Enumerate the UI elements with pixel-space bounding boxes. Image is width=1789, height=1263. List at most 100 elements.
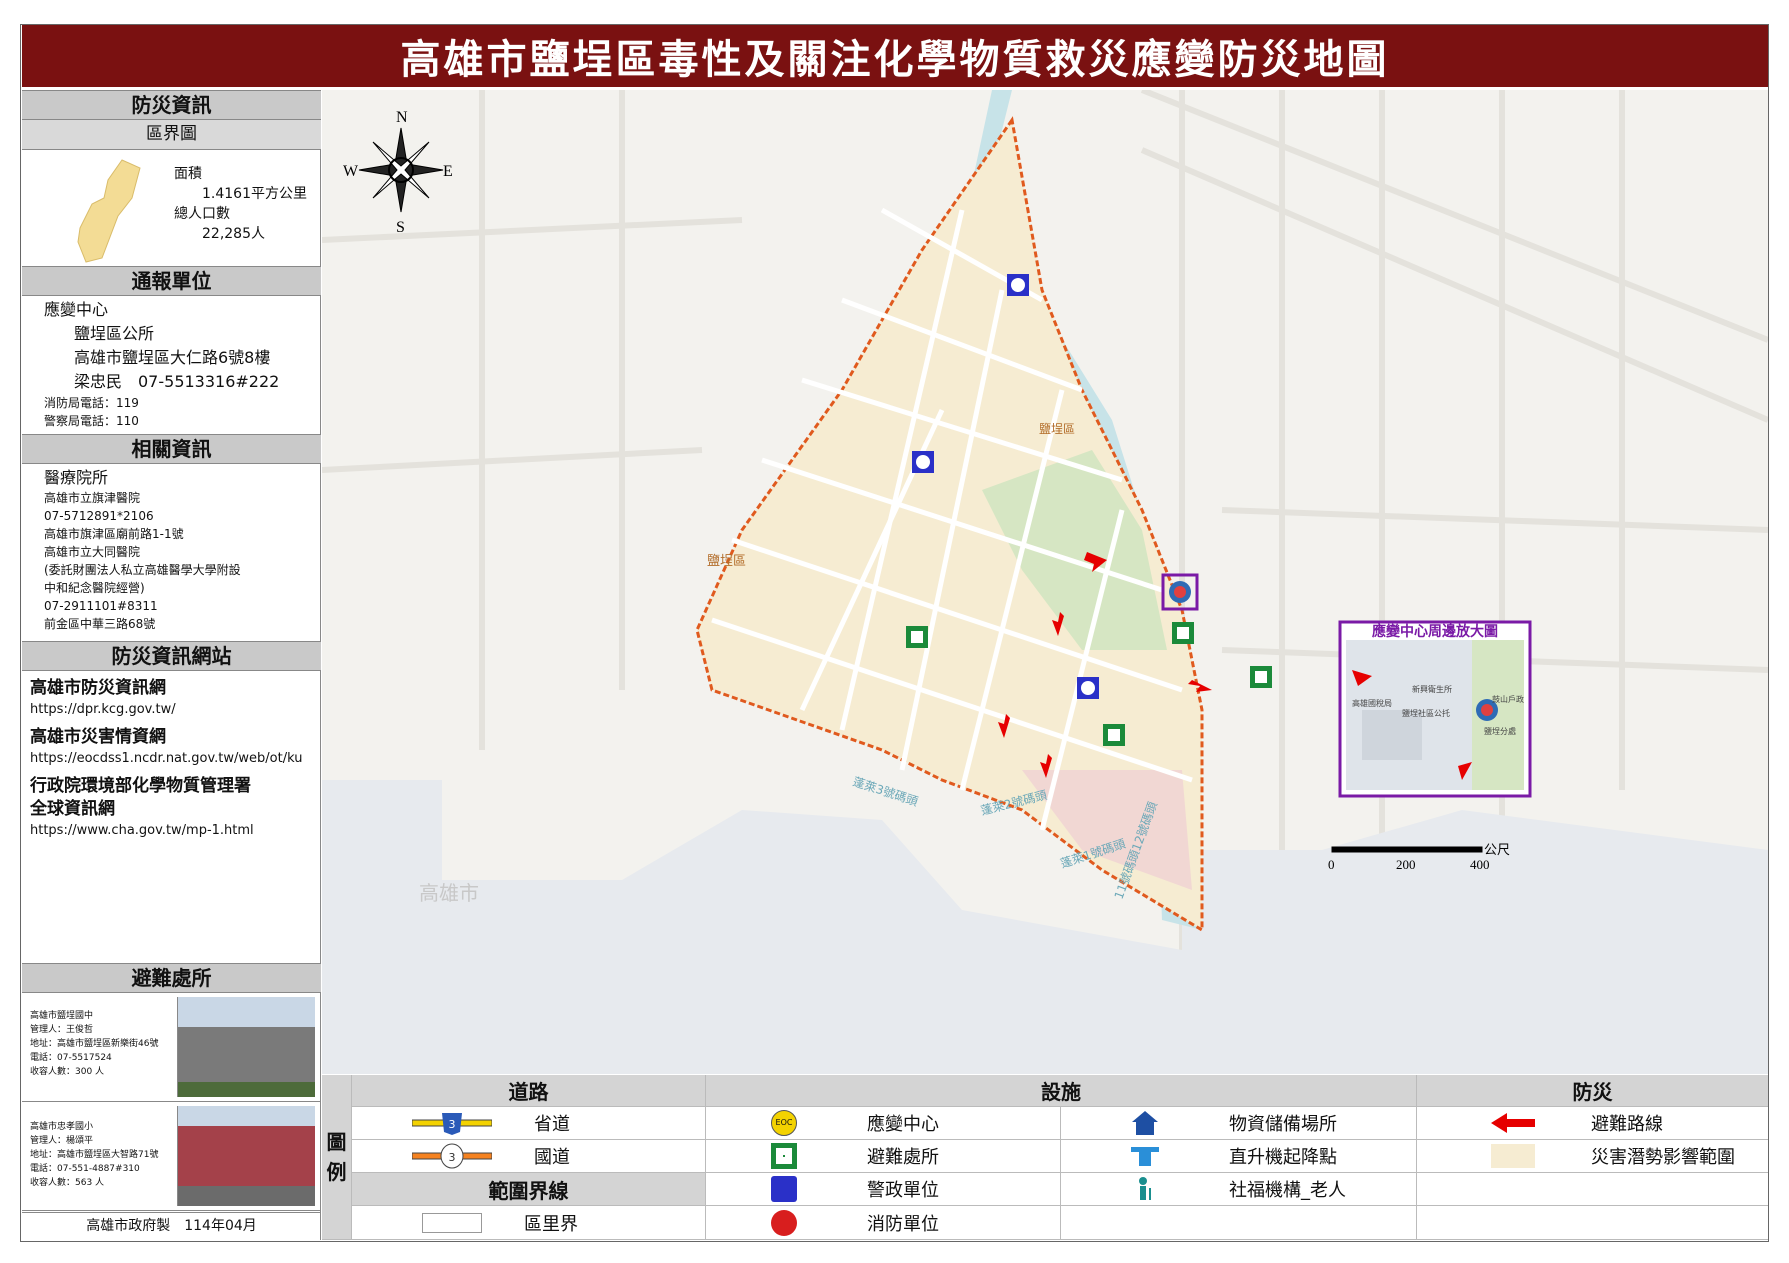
website-name: 行政院環境部化學物質管理署 全球資訊網	[30, 776, 251, 819]
response-center-name: 鹽埕區公所	[74, 324, 155, 343]
svg-text:新興衛生所: 新興衛生所	[1412, 684, 1452, 694]
related-info-heading: 相關資訊	[22, 434, 321, 464]
shelter-info-line: 管理人：王俊哲	[30, 1025, 94, 1035]
legend-eoc-row: EOC 應變中心	[706, 1107, 1061, 1140]
legend-village-boundary-row: 區里界	[352, 1206, 706, 1240]
village-boundary-swatch	[422, 1212, 482, 1233]
legend-elderly-label: 社福機構_老人	[1229, 1180, 1346, 1201]
websites-section: 防災資訊網站 高雄市防災資訊網 https://dpr.kcg.gov.tw/高雄…	[22, 641, 321, 847]
legend-national-road-row: 3 國道	[352, 1140, 706, 1173]
response-center-address: 高雄市鹽埕區大仁路6號8樓	[74, 348, 271, 367]
shelter-entry: 高雄市忠孝國小 管理人：楊頌平 地址：高雄市鹽埕區大智路71號 電話：07-551-4…	[22, 1102, 321, 1211]
police-icon[interactable]	[912, 451, 934, 473]
svg-text:鹽埕社區公托: 鹽埕社區公托	[1402, 708, 1450, 718]
legend-eoc-label: 應變中心	[867, 1114, 939, 1135]
svg-text:N: N	[396, 109, 408, 126]
svg-text:鼓山戶政: 鼓山戶政	[1492, 694, 1524, 704]
shelter-list: 高雄市鹽埕國中 管理人：王俊哲 地址：高雄市鹽埕區新樂街46號 電話：07-55175…	[22, 993, 321, 1211]
map-credit: 高雄市政府製 114年04月	[22, 1212, 321, 1240]
legend-fire-row: 消防單位	[706, 1206, 1061, 1240]
police-icon[interactable]	[1007, 274, 1029, 296]
svg-text:公尺: 公尺	[1484, 843, 1510, 858]
medical-heading: 醫療院所	[44, 468, 109, 487]
svg-text:E: E	[443, 163, 453, 180]
map-title: 高雄市鹽埕區毒性及關注化學物質救災應變防災地圖	[22, 25, 1768, 87]
related-info-section: 相關資訊 醫療院所 高雄市立旗津醫院 07-5712891*2106 高雄市旗津區廟…	[22, 434, 321, 633]
medical-line: 高雄市立大同醫院	[44, 545, 141, 559]
website-link[interactable]: https://www.cha.gov.tw/mp-1.html	[30, 821, 321, 841]
info-sidebar: 防災資訊 區界圖 面積 1.4161平方公里 總人口數 22,285人 通報單位…	[22, 90, 321, 1240]
shelter-section: 避難處所 高雄市鹽埕國中 管理人：王俊哲 地址：高雄市鹽埕區新樂街46號 電話：07-…	[22, 963, 321, 1211]
eoc-icon: EOC	[771, 1110, 797, 1136]
helipad-icon	[1131, 1147, 1159, 1166]
map-legend: 圖 例 道路 設施 防災 3 省道 3 國道 範圍界線 區里界 EOC 應變中心…	[322, 1075, 1768, 1240]
evacuation-arrow-icon	[1491, 1113, 1535, 1133]
medical-line: 前金區中華三路68號	[44, 617, 156, 631]
shelter-info-line: 高雄市鹽埕國中	[30, 1011, 94, 1021]
shelter-icon[interactable]	[1172, 622, 1194, 644]
svg-text:3: 3	[449, 1118, 456, 1131]
legend-national-road-label: 國道	[534, 1147, 570, 1168]
website-link[interactable]: https://dpr.kcg.gov.tw/	[30, 700, 321, 720]
legend-hazard-label: 災害潛勢影響範圍	[1591, 1147, 1735, 1168]
websites-heading: 防災資訊網站	[22, 641, 321, 671]
legend-evac-route-row: 避難路線	[1417, 1107, 1768, 1140]
svg-text:200: 200	[1396, 857, 1416, 872]
shelter-info-line: 收容人數：563 人	[30, 1178, 105, 1188]
shelter-info-line: 地址：高雄市鹽埕區新樂街46號	[30, 1039, 159, 1049]
population-value: 22,285人	[202, 226, 265, 242]
fire-phone: 消防局電話：119	[44, 396, 139, 410]
district-outline-thumbnail	[77, 159, 141, 263]
legend-hazard-row: 災害潛勢影響範圍	[1417, 1140, 1768, 1173]
map-canvas[interactable]: 鹽埕區 鹽埕區 高雄市 高雄 蓬萊3號碼頭 蓬萊2號碼頭 蓬萊1號碼頭 11號碼…	[322, 90, 1768, 1074]
map-svg[interactable]: 鹽埕區 鹽埕區 高雄市 高雄 蓬萊3號碼頭 蓬萊2號碼頭 蓬萊1號碼頭 11號碼…	[322, 90, 1768, 1074]
svg-text:400: 400	[1470, 857, 1490, 872]
police-icon[interactable]	[1077, 677, 1099, 699]
shelter-icon[interactable]	[1103, 724, 1125, 746]
national-road-icon: 3	[412, 1143, 492, 1169]
inset-title: 應變中心周邊放大圖	[1372, 623, 1498, 640]
district-label-2: 鹽埕區	[1039, 421, 1075, 436]
medical-line: 中和紀念醫院經營)	[44, 581, 145, 595]
shelter-info-line: 收容人數：300 人	[30, 1067, 105, 1077]
area-value: 1.4161平方公里	[202, 186, 307, 202]
legend-storage-row: 物資儲備場所	[1061, 1107, 1417, 1140]
legend-helipad-label: 直升機起降點	[1229, 1147, 1337, 1168]
elderly-welfare-icon	[1139, 1177, 1151, 1200]
shelter-icon	[771, 1143, 797, 1169]
medical-line: 高雄市立旗津醫院	[44, 491, 141, 505]
area-label: 面積	[174, 166, 202, 182]
legend-provincial-road-label: 省道	[534, 1114, 570, 1135]
shelter-icon[interactable]	[1250, 666, 1272, 688]
medical-line: (委託財團法人私立高雄醫學大學附設	[44, 563, 241, 577]
svg-text:0: 0	[1328, 857, 1335, 872]
website-name: 高雄市災害情資網	[30, 727, 166, 747]
shelter-icon[interactable]	[906, 626, 928, 648]
population-label: 總人口數	[174, 206, 230, 222]
legend-fire-label: 消防單位	[867, 1213, 939, 1235]
legend-disaster-heading: 防災	[1417, 1075, 1768, 1107]
police-phone: 警察局電話：110	[44, 414, 139, 428]
shelter-photo	[177, 997, 315, 1097]
response-center-inset[interactable]: 應變中心周邊放大圖 新興衛生所 高雄國稅局 鹽埕社區公托 鼓山戶政 鹽埕分處	[1338, 620, 1532, 798]
shelter-photo	[177, 1106, 315, 1206]
legend-storage-label: 物資儲備場所	[1229, 1114, 1337, 1135]
disaster-info-section: 防災資訊 區界圖 面積 1.4161平方公里 總人口數 22,285人	[22, 90, 321, 266]
medical-line: 高雄市旗津區廟前路1-1號	[44, 527, 184, 541]
legend-side-label: 圖 例	[322, 1075, 352, 1240]
shelter-entry: 高雄市鹽埕國中 管理人：王俊哲 地址：高雄市鹽埕區新樂街46號 電話：07-55175…	[22, 993, 321, 1102]
police-icon	[771, 1176, 797, 1202]
legend-village-boundary-label: 區里界	[524, 1213, 578, 1235]
provincial-road-icon: 3	[412, 1113, 492, 1135]
websites-list: 高雄市防災資訊網 https://dpr.kcg.gov.tw/高雄市災害情資網 h…	[22, 671, 321, 841]
shelter-info-line: 管理人：楊頌平	[30, 1136, 94, 1146]
report-unit-heading: 通報單位	[22, 266, 321, 296]
legend-evac-route-label: 避難路線	[1591, 1114, 1663, 1135]
response-center-contact: 梁忠民 07-5513316#222	[74, 372, 280, 391]
svg-text:S: S	[396, 219, 405, 236]
legend-shelter-row: 避難處所	[706, 1140, 1061, 1173]
svg-text:W: W	[343, 163, 359, 180]
district-label: 鹽埕區	[707, 553, 746, 569]
website-link[interactable]: https://eocdss1.ncdr.nat.gov.tw/web/ot/k…	[30, 749, 321, 769]
svg-text:高雄國稅局: 高雄國稅局	[1352, 698, 1392, 708]
